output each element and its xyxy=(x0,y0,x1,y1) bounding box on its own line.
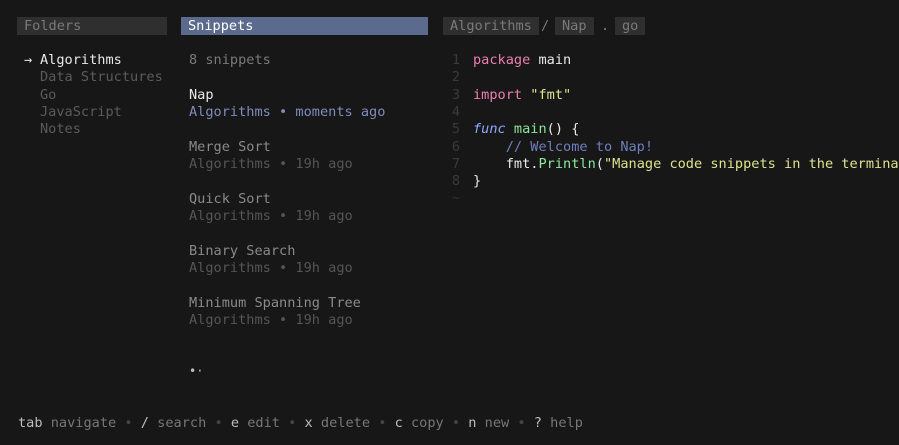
snippet-title-minimum-spanning-tree[interactable]: Minimum Spanning Tree xyxy=(189,295,361,312)
help-key: e xyxy=(230,415,240,431)
line-number: 6 xyxy=(451,139,460,155)
snippet-count: 8 snippets xyxy=(189,52,271,68)
help-separator: • xyxy=(378,415,387,431)
help-key: x xyxy=(304,415,313,431)
code-text: fmt. xyxy=(473,156,539,172)
code-line-5[interactable]: func main() { xyxy=(473,121,579,138)
code-line-6[interactable]: // Welcome to Nap! xyxy=(473,139,653,156)
breadcrumb-extension[interactable]: go xyxy=(615,17,646,35)
help-key: / xyxy=(140,415,149,431)
help-key: n xyxy=(468,415,477,431)
folder-item-data-structures[interactable]: Data Structures xyxy=(40,69,163,86)
breadcrumb-snippet-name[interactable]: Nap xyxy=(555,17,594,35)
folder-item-algorithms[interactable]: Algorithms xyxy=(40,52,122,69)
breadcrumb-folder[interactable]: Algorithms xyxy=(443,17,539,35)
folders-pane-header[interactable]: Folders xyxy=(17,17,167,35)
help-desc: edit xyxy=(247,415,280,431)
help-separator: • xyxy=(288,415,297,431)
line-number: 8 xyxy=(451,173,460,189)
code-line-8[interactable]: } xyxy=(473,173,481,190)
snippet-title-merge-sort[interactable]: Merge Sort xyxy=(189,139,271,156)
code-method: Println xyxy=(538,156,596,172)
snippet-meta-merge-sort: Algorithms • 19h ago xyxy=(189,156,353,172)
snippet-meta-binary-search: Algorithms • 19h ago xyxy=(189,260,353,276)
help-key: tab xyxy=(18,415,43,431)
help-separator: • xyxy=(517,415,526,431)
breadcrumb-dot: . xyxy=(601,18,610,34)
code-function-name: main xyxy=(505,121,547,137)
code-keyword: package xyxy=(473,52,531,68)
code-text: } xyxy=(473,173,482,189)
code-keyword: import xyxy=(473,87,523,103)
code-text: () { xyxy=(546,121,580,137)
code-comment: // Welcome to Nap! xyxy=(473,139,654,155)
snippet-title-nap[interactable]: Nap xyxy=(189,87,214,104)
line-number: 1 xyxy=(451,52,460,68)
line-number: 3 xyxy=(451,87,460,103)
help-desc: copy xyxy=(410,415,444,431)
keybinding-help-bar: tab navigate • / search • e edit • x del… xyxy=(18,415,583,432)
help-key: c xyxy=(394,415,403,431)
help-separator: • xyxy=(451,415,461,431)
help-separator: • xyxy=(124,415,133,431)
code-line-1[interactable]: package main xyxy=(473,52,571,69)
code-string: "fmt" xyxy=(522,87,572,103)
folder-item-javascript[interactable]: JavaScript xyxy=(40,104,122,121)
line-number: 2 xyxy=(451,69,460,85)
pagination-dots[interactable]: •· xyxy=(189,363,203,380)
folder-item-notes[interactable]: Notes xyxy=(40,121,81,138)
help-desc: navigate xyxy=(50,415,117,431)
line-number: 4 xyxy=(451,104,460,120)
code-line-3[interactable]: import "fmt" xyxy=(473,87,571,104)
code-keyword: func xyxy=(473,121,506,137)
snippet-title-quick-sort[interactable]: Quick Sort xyxy=(189,191,271,208)
help-desc: search xyxy=(157,415,207,431)
code-line-7[interactable]: fmt.Println("Manage code snippets in the… xyxy=(473,156,899,173)
breadcrumb-separator: / xyxy=(541,18,550,34)
snippet-title-binary-search[interactable]: Binary Search xyxy=(189,243,295,260)
snippet-meta-minimum-spanning-tree: Algorithms • 19h ago xyxy=(189,312,353,328)
help-separator: • xyxy=(214,415,223,431)
active-folder-arrow-icon: → xyxy=(24,52,33,68)
help-desc: new xyxy=(484,415,510,431)
help-desc: help xyxy=(550,415,583,431)
code-string: "Manage code snippets in the terminal" xyxy=(603,156,899,172)
line-number-empty: ~ xyxy=(451,190,460,206)
code-text: main xyxy=(530,52,572,68)
code-text: ( xyxy=(595,156,604,172)
folder-item-go[interactable]: Go xyxy=(40,87,56,104)
snippet-meta-nap: Algorithms • moments ago xyxy=(189,104,386,120)
line-number: 5 xyxy=(451,121,460,137)
snippets-pane-header[interactable]: Snippets xyxy=(181,17,428,35)
line-number: 7 xyxy=(451,156,460,172)
help-desc: delete xyxy=(320,415,371,431)
snippet-meta-quick-sort: Algorithms • 19h ago xyxy=(189,208,353,224)
help-key: ? xyxy=(533,415,542,431)
